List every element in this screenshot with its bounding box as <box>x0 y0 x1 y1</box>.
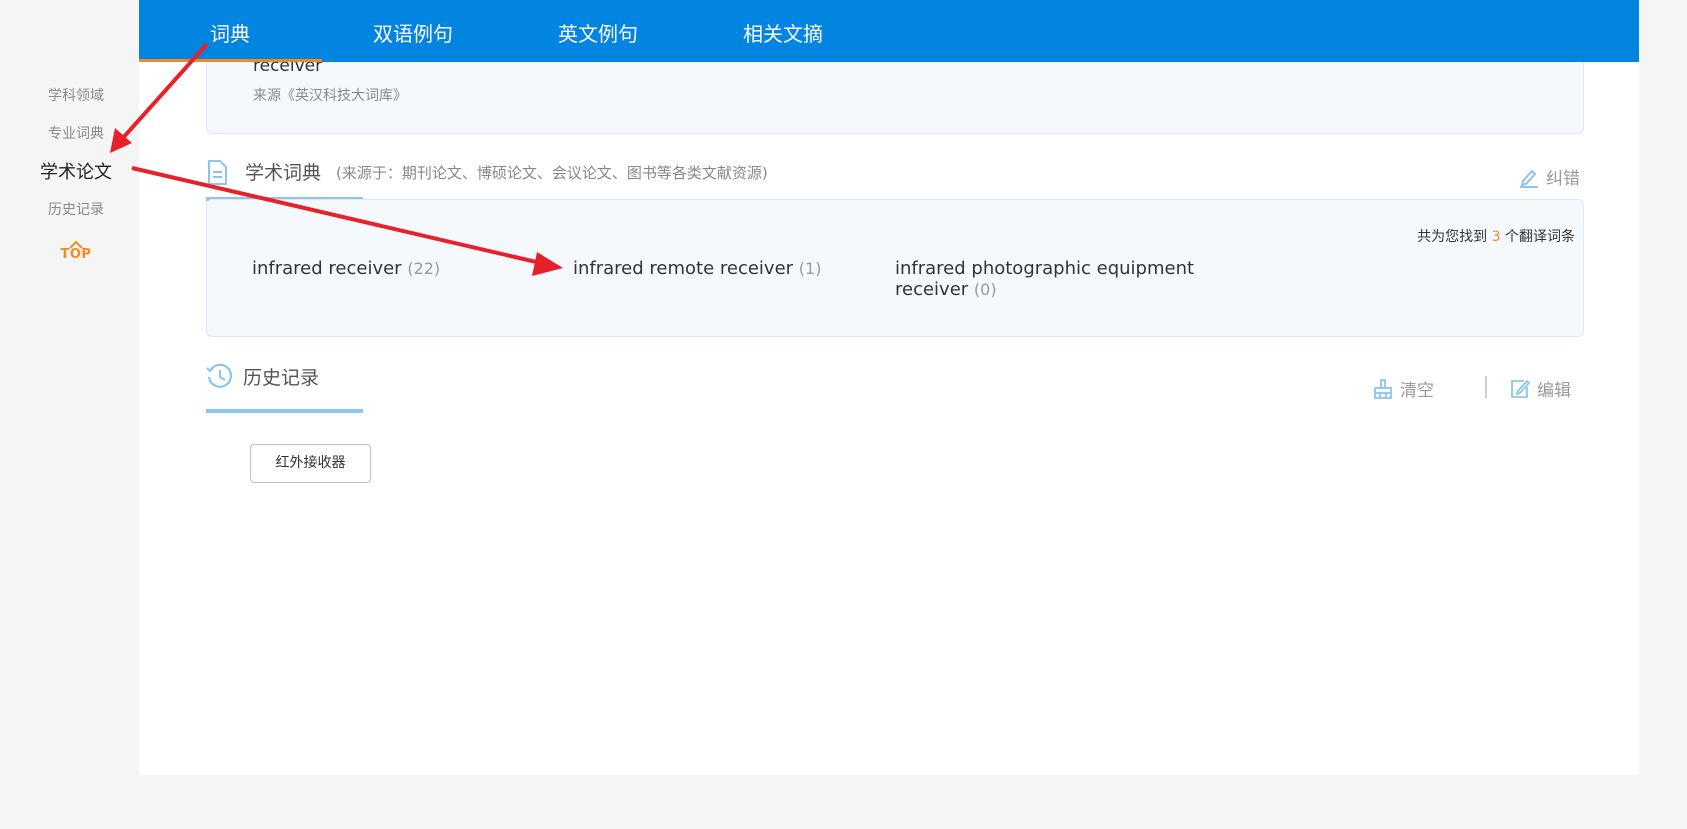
term-text-line2: receiver <box>895 279 969 300</box>
main-panel: receiver 来源《英汉科技大词库》 词典 双语例句 英文例句 相关文摘 学… <box>139 0 1639 775</box>
tab-related-abstracts[interactable]: 相关文摘 <box>743 18 823 47</box>
term-item[interactable]: infrared receiver (22) <box>252 258 440 279</box>
tab-english-examples[interactable]: 英文例句 <box>558 18 638 47</box>
tab-bilingual-examples[interactable]: 双语例句 <box>373 18 453 47</box>
academic-card: 共为您找到 3 个翻译词条 infrared receiver (22) inf… <box>206 199 1584 337</box>
found-count: 3 <box>1491 229 1501 245</box>
academic-section-header: 学术词典 (来源于：期刊论文、博硕论文、会议论文、图书等各类文献资源) 纠错 <box>206 156 1584 202</box>
side-nav: 学科领域 专业词典 学术论文 历史记录 TOP <box>0 0 139 829</box>
tab-dictionary[interactable]: 词典 <box>210 18 250 47</box>
side-nav-item-subject[interactable]: 学科领域 <box>0 85 152 105</box>
academic-section-subtitle: (来源于：期刊论文、博硕论文、会议论文、图书等各类文献资源) <box>336 164 768 182</box>
history-section-header: 历史记录 清空 编辑 <box>206 360 1584 413</box>
side-nav-item-history[interactable]: 历史记录 <box>0 199 152 219</box>
term-text: infrared remote receiver <box>573 258 794 279</box>
term-item[interactable]: infrared remote receiver (1) <box>573 258 821 279</box>
clear-history-button[interactable]: 清空 <box>1372 376 1434 401</box>
term-count: (1) <box>798 259 822 278</box>
correct-error-button[interactable]: 纠错 <box>1518 164 1580 189</box>
active-tab-indicator <box>139 59 322 62</box>
found-suffix: 个翻译词条 <box>1505 229 1575 245</box>
dictionary-source: 来源《英汉科技大词库》 <box>253 88 407 104</box>
edit-history-label: 编辑 <box>1537 381 1571 401</box>
pencil-icon <box>1520 169 1538 188</box>
side-nav-item-professional-dict[interactable]: 专业词典 <box>0 123 152 143</box>
edit-history-button[interactable]: 编辑 <box>1509 376 1571 401</box>
document-icon <box>208 160 227 185</box>
tab-bar: 词典 双语例句 英文例句 相关文摘 <box>139 0 1639 62</box>
edit-icon <box>1511 379 1531 398</box>
term-text: infrared photographic equipment <box>895 258 1195 279</box>
found-count-text: 共为您找到 3 个翻译词条 <box>1417 226 1575 246</box>
action-divider <box>1485 376 1487 398</box>
term-count: (22) <box>407 259 441 278</box>
found-prefix: 共为您找到 <box>1417 229 1488 245</box>
term-count: (0) <box>973 280 997 299</box>
clear-history-label: 清空 <box>1400 381 1434 401</box>
academic-section-title: 学术词典 <box>245 162 322 184</box>
history-section-bar <box>206 409 363 413</box>
term-text: infrared receiver <box>252 258 402 279</box>
clock-icon <box>206 363 233 388</box>
correct-error-label: 纠错 <box>1546 169 1580 189</box>
broom-icon <box>1374 378 1392 399</box>
history-item-chip[interactable]: 红外接收器 <box>250 444 371 483</box>
back-to-top-label: TOP <box>60 247 92 262</box>
side-nav-item-academic[interactable]: 学术论文 <box>0 158 152 184</box>
term-item[interactable]: infrared photographic equipment receiver… <box>895 258 1194 300</box>
history-section-title: 历史记录 <box>243 367 320 389</box>
back-to-top-button[interactable]: TOP <box>56 240 96 262</box>
